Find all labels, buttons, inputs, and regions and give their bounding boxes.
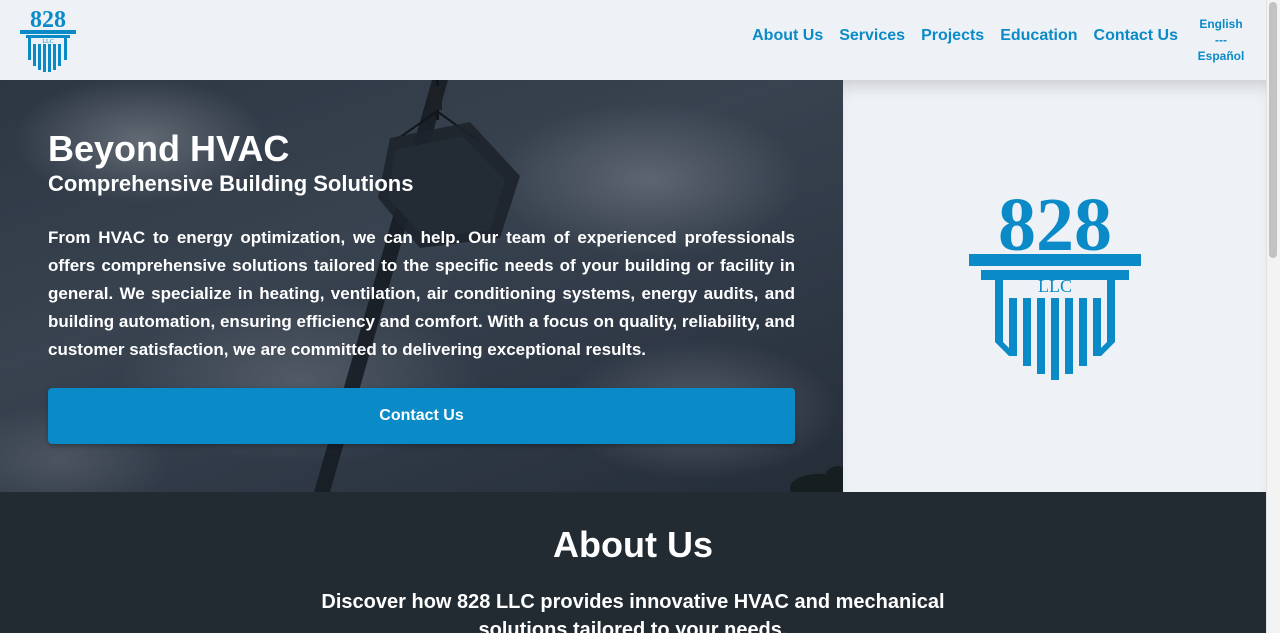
hero-subtitle: Comprehensive Building Solutions [48,171,414,196]
about-section: About Us Discover how 828 LLC provides i… [0,492,1266,633]
main-nav: About Us Services Projects Education Con… [744,26,1186,46]
page-scrollbar[interactable] [1266,0,1280,633]
hero-title: Beyond HVAC [48,128,290,169]
svg-text:LLC: LLC [1038,276,1072,296]
nav-projects[interactable]: Projects [913,26,992,46]
hero-content: Beyond HVAC Comprehensive Building Solut… [48,128,795,364]
nav-services[interactable]: Services [831,26,913,46]
nav-contact-us[interactable]: Contact Us [1086,26,1186,46]
nav-education[interactable]: Education [992,26,1085,46]
svg-text:828: 828 [30,7,66,33]
nav-about-us[interactable]: About Us [744,26,831,46]
hero-description: From HVAC to energy optimization, we can… [48,228,795,359]
language-switcher: English --- Español [1196,16,1246,64]
logo-mark-icon: 828 LLC [20,7,76,72]
about-description: Discover how 828 LLC provides innovative… [321,591,945,633]
hero-section: Beyond HVAC Comprehensive Building Solut… [0,80,843,492]
logo[interactable]: 828 LLC [20,6,76,72]
lang-spanish[interactable]: Español [1196,48,1246,64]
scrollbar-thumb[interactable] [1269,2,1277,258]
contact-us-button[interactable]: Contact Us [48,388,795,444]
site-header: 828 LLC About Us Services Projects Educa… [0,0,1266,80]
large-logo-icon: 828 LLC [969,190,1141,380]
lang-separator: --- [1215,33,1227,47]
hero-logo-panel: 828 LLC [843,80,1266,492]
about-title: About Us [553,524,713,565]
lang-english[interactable]: English [1196,16,1246,32]
